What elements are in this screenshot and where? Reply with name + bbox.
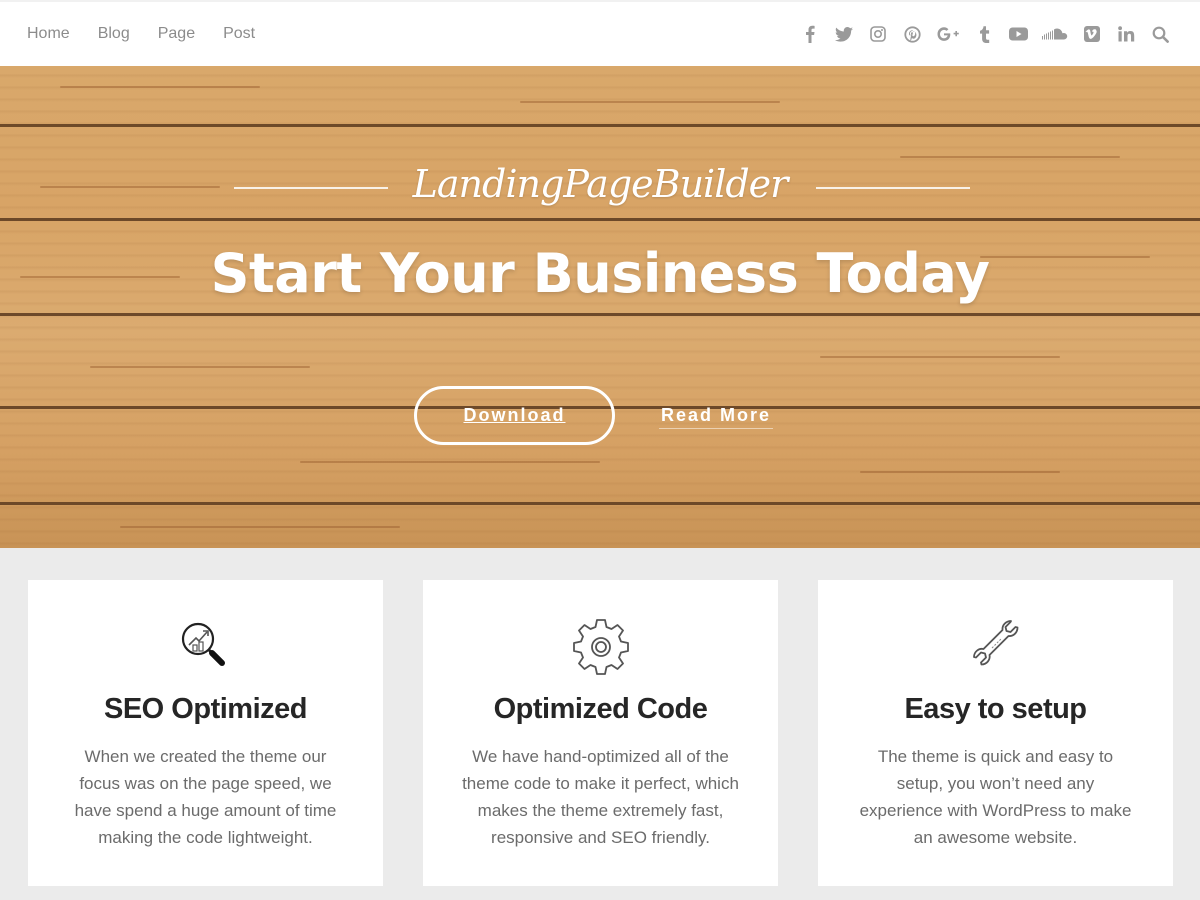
wood-grain xyxy=(120,526,400,528)
nav-item-post[interactable]: Post xyxy=(223,25,255,43)
feature-title: Optimized Code xyxy=(493,693,708,725)
wood-plank-seam xyxy=(0,502,1200,505)
wood-grain xyxy=(60,86,260,88)
wood-grain xyxy=(900,156,1120,158)
social-links xyxy=(786,2,1170,66)
hero-headline: Start Your Business Today xyxy=(210,242,990,305)
read-more-button[interactable]: Read More xyxy=(655,386,777,445)
read-more-underline xyxy=(659,428,773,429)
pinterest-icon[interactable] xyxy=(902,24,922,44)
wrench-icon xyxy=(818,615,1173,679)
wood-grain xyxy=(300,461,600,463)
download-button[interactable]: Download xyxy=(414,386,615,445)
wood-grain xyxy=(820,356,1060,358)
download-button-label: Download xyxy=(463,405,566,425)
main-nav: Home Blog Page Post xyxy=(27,2,283,66)
feature-card-setup: Easy to setup The theme is quick and eas… xyxy=(818,580,1173,886)
read-more-label: Read More xyxy=(660,405,772,425)
wood-grain xyxy=(520,101,780,103)
wood-plank-seam xyxy=(0,218,1200,221)
wood-plank-seam xyxy=(0,124,1200,127)
site-brand[interactable]: LandingPageBuilder xyxy=(0,162,1200,206)
instagram-icon[interactable] xyxy=(868,24,888,44)
nav-item-blog[interactable]: Blog xyxy=(98,25,130,43)
feature-title: Easy to setup xyxy=(904,693,1087,725)
feature-title: SEO Optimized xyxy=(104,693,307,725)
feature-card-code: Optimized Code We have hand-optimized al… xyxy=(423,580,778,886)
twitter-icon[interactable] xyxy=(834,24,854,44)
facebook-icon[interactable] xyxy=(800,24,820,44)
feature-card-seo: SEO Optimized When we created the theme … xyxy=(28,580,383,886)
feature-description: The theme is quick and easy to setup, yo… xyxy=(859,747,1132,847)
tumblr-icon[interactable] xyxy=(974,24,994,44)
wood-grain xyxy=(90,366,310,368)
wood-plank-seam xyxy=(0,313,1200,316)
nav-item-page[interactable]: Page xyxy=(158,25,195,43)
magnifier-chart-icon xyxy=(28,615,383,679)
google-plus-icon[interactable] xyxy=(936,24,960,44)
soundcloud-icon[interactable] xyxy=(1042,24,1068,44)
wood-grain xyxy=(860,471,1060,473)
hero-banner: LandingPageBuilder Start Your Business T… xyxy=(0,66,1200,548)
top-bar: Home Blog Page Post xyxy=(0,0,1200,66)
nav-item-home[interactable]: Home xyxy=(27,25,70,43)
gear-icon xyxy=(423,615,778,679)
search-icon[interactable] xyxy=(1150,24,1170,44)
linkedin-icon[interactable] xyxy=(1116,24,1136,44)
youtube-icon[interactable] xyxy=(1008,24,1028,44)
feature-description: We have hand-optimized all of the theme … xyxy=(462,747,739,847)
vimeo-icon[interactable] xyxy=(1082,24,1102,44)
feature-description: When we created the theme our focus was … xyxy=(74,747,337,847)
